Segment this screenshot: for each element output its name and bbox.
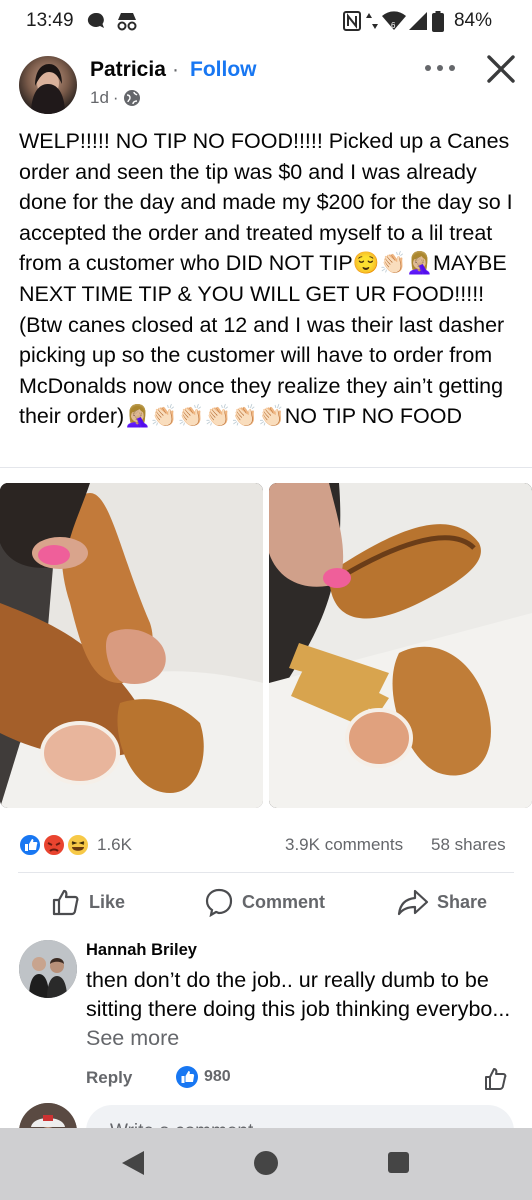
like-angry-haha-icon [18, 833, 90, 857]
like-label: Like [89, 891, 126, 912]
reaction-icons[interactable] [18, 832, 94, 858]
post-photo-2[interactable] [269, 483, 532, 808]
incognito-icon [117, 13, 137, 31]
comment-likes: 980 [204, 1068, 231, 1085]
svg-text:6: 6 [391, 21, 396, 30]
post-body: WELP!!!!! NO TIP NO FOOD!!!!! Picked up … [19, 129, 513, 429]
wifi-6-icon: 6 [382, 11, 406, 30]
see-more-link[interactable]: See more [86, 1026, 179, 1050]
home-icon[interactable] [254, 1151, 278, 1175]
battery-icon [432, 11, 444, 32]
separator: · [172, 58, 179, 81]
post-photo-1[interactable] [0, 483, 263, 808]
more-options-icon[interactable] [420, 55, 460, 81]
commenter-avatar-image [19, 940, 77, 998]
recents-icon[interactable] [388, 1152, 409, 1173]
like-badge-icon [176, 1066, 198, 1088]
signal-icon [409, 12, 427, 30]
back-icon[interactable] [120, 1149, 146, 1177]
comment-label: Comment [242, 891, 326, 912]
status-bar: 13:49 6 84% [0, 0, 532, 44]
photo-chicken-tender-image [0, 483, 263, 808]
comment-bubble: Hannah Briley then don’t do the job.. ur… [86, 940, 516, 1053]
divider [18, 872, 514, 873]
comment-like-count[interactable]: 980 [176, 1066, 231, 1088]
post-time[interactable]: 1d [90, 88, 109, 108]
follow-button[interactable]: Follow [190, 58, 257, 82]
chat-bubble-icon [87, 12, 104, 28]
photo-toast-and-fries-image [269, 483, 532, 808]
globe-icon [123, 90, 140, 106]
comment-icon [205, 888, 233, 917]
post-meta: 1d · [90, 88, 141, 108]
thumbs-up-icon [52, 889, 79, 916]
shares-count[interactable]: 58 shares [431, 835, 506, 855]
share-label: Share [437, 891, 488, 912]
commenter-name[interactable]: Hannah Briley [86, 941, 516, 960]
comment-text: then don’t do the job.. ur really dumb t… [86, 966, 516, 1053]
commenter-avatar[interactable] [19, 940, 77, 998]
status-time: 13:49 [26, 10, 74, 31]
nfc-icon [343, 11, 361, 31]
author-name[interactable]: Patricia [90, 58, 166, 82]
reply-button[interactable]: Reply [86, 1068, 132, 1088]
divider [0, 467, 532, 468]
reaction-count[interactable]: 1.6K [97, 835, 132, 855]
data-arrows-icon [366, 13, 378, 29]
comment-like-icon[interactable] [484, 1066, 510, 1092]
comment-button[interactable]: Comment [204, 885, 325, 919]
share-arrow-icon [397, 889, 429, 916]
battery-percent: 84% [453, 10, 492, 31]
close-icon[interactable] [484, 52, 518, 86]
comment-body: then don’t do the job.. ur really dumb t… [86, 968, 511, 1021]
comments-count[interactable]: 3.9K comments [285, 835, 403, 855]
avatar-image [31, 64, 65, 114]
meta-separator: · [112, 88, 119, 107]
like-button[interactable]: Like [51, 885, 125, 919]
share-button[interactable]: Share [397, 885, 487, 919]
author-avatar[interactable] [19, 56, 77, 114]
